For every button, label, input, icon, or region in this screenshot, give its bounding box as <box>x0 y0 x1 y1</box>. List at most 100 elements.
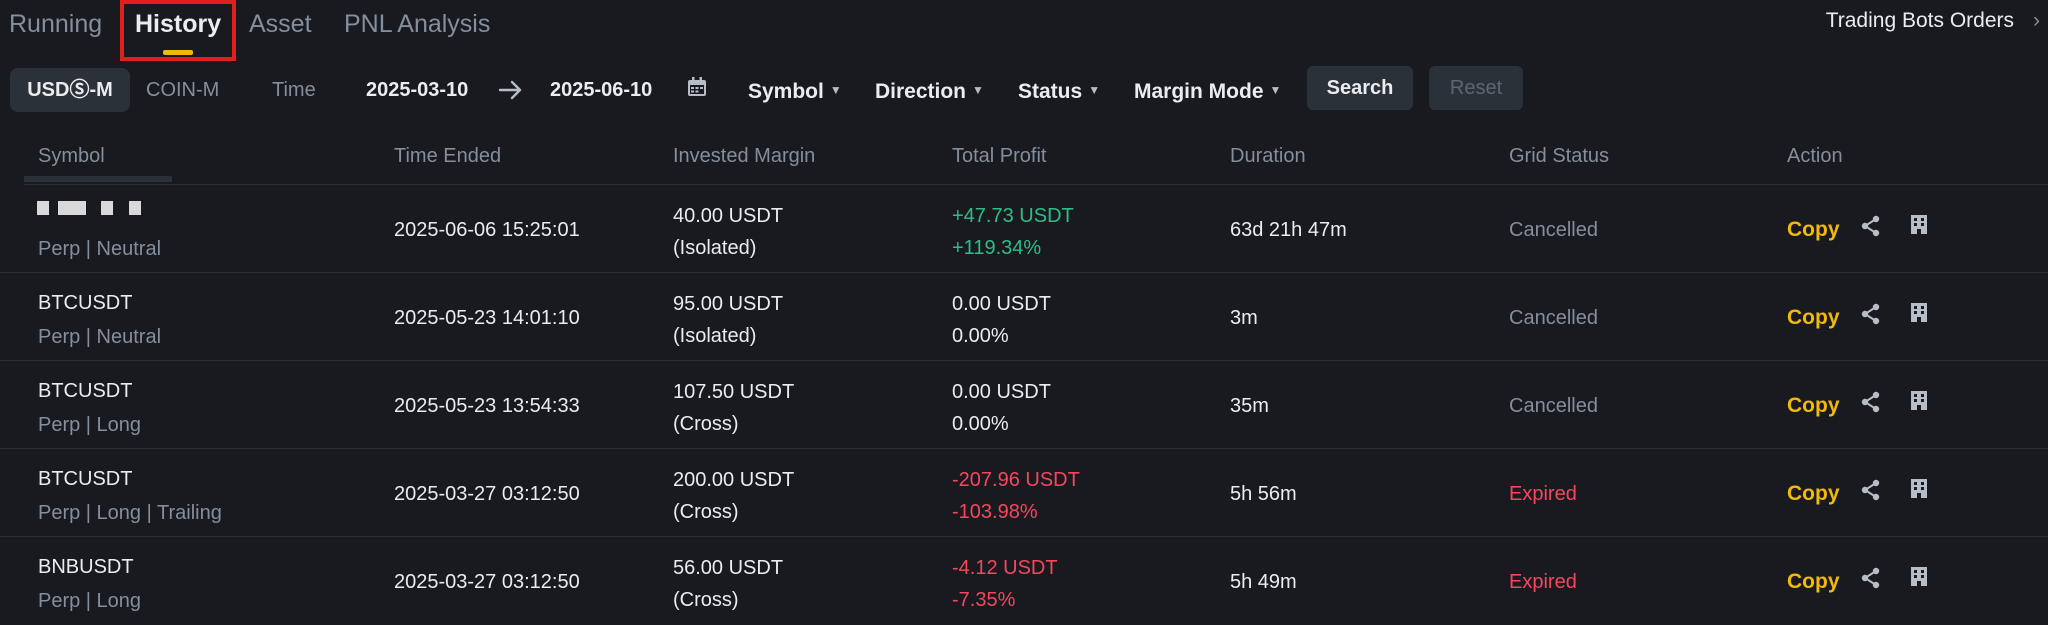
margin-mode-dropdown-label: Margin Mode <box>1134 80 1264 103</box>
header-duration: Duration <box>1230 145 1306 167</box>
table-row: Perp | Neutral 2025-06-06 15:25:01 40.00… <box>0 185 2048 273</box>
copy-button[interactable]: Copy <box>1787 389 1840 422</box>
invested-margin: 95.00 USDT <box>673 293 784 315</box>
header-total-profit: Total Profit <box>952 145 1047 167</box>
highlight-box <box>120 0 236 61</box>
symbol-name: BTCUSDT <box>38 380 133 402</box>
total-profit: 0.00 USDT <box>952 381 1051 403</box>
caret-down-icon: ▼ <box>1269 83 1282 97</box>
duration: 35m <box>1230 395 1269 417</box>
tab-running[interactable]: Running <box>9 6 102 42</box>
margin-mode: (Isolated) <box>673 237 757 259</box>
duration: 63d 21h 47m <box>1230 219 1347 241</box>
symbol-name: BTCUSDT <box>38 468 133 490</box>
symbol-sub: Perp | Neutral <box>38 238 162 260</box>
date-from[interactable]: 2025-03-10 <box>366 68 468 112</box>
grid-status: Expired <box>1509 571 1577 593</box>
share-icon[interactable] <box>1860 391 1882 413</box>
time-ended: 2025-03-27 03:12:50 <box>394 483 580 505</box>
total-profit: -4.12 USDT <box>952 557 1058 579</box>
building-icon[interactable] <box>1908 301 1930 323</box>
date-to[interactable]: 2025-06-10 <box>550 68 652 112</box>
invested-margin: 56.00 USDT <box>673 557 784 579</box>
invested-margin: 107.50 USDT <box>673 381 795 403</box>
copy-button[interactable]: Copy <box>1787 565 1840 598</box>
building-icon[interactable] <box>1908 213 1930 235</box>
share-icon[interactable] <box>1860 567 1882 589</box>
duration: 3m <box>1230 307 1258 329</box>
copy-button[interactable]: Copy <box>1787 213 1840 246</box>
share-icon[interactable] <box>1860 215 1882 237</box>
symbol-dropdown[interactable]: Symbol ▼ <box>748 68 842 112</box>
grid-status: Cancelled <box>1509 219 1598 241</box>
grid-status: Cancelled <box>1509 395 1598 417</box>
invested-margin: 40.00 USDT <box>673 205 784 227</box>
table-row: BTCUSDT Perp | Neutral 2025-05-23 14:01:… <box>0 273 2048 361</box>
tab-pnl-analysis[interactable]: PNL Analysis <box>344 6 490 42</box>
margin-mode: (Cross) <box>673 413 739 435</box>
segment-coin-m[interactable]: COIN-M <box>146 68 219 112</box>
margin-mode: (Isolated) <box>673 325 757 347</box>
time-ended: 2025-05-23 14:01:10 <box>394 307 580 329</box>
time-ended: 2025-05-23 13:54:33 <box>394 395 580 417</box>
profit-percent: 0.00% <box>952 325 1009 347</box>
header-action: Action <box>1787 145 1843 167</box>
direction-dropdown[interactable]: Direction ▼ <box>875 68 984 112</box>
duration: 5h 49m <box>1230 571 1297 593</box>
header-time-ended: Time Ended <box>394 145 502 167</box>
profit-percent: 0.00% <box>952 413 1009 435</box>
reset-button[interactable]: Reset <box>1429 66 1523 110</box>
building-icon[interactable] <box>1908 565 1930 587</box>
calendar-icon[interactable] <box>686 76 708 98</box>
profit-percent: -7.35% <box>952 589 1016 611</box>
symbol-sub: Perp | Long | Trailing <box>38 502 222 524</box>
status-dropdown[interactable]: Status ▼ <box>1018 68 1100 112</box>
profit-percent: -103.98% <box>952 501 1038 523</box>
header-scrollbar <box>24 176 172 182</box>
segment-usds-m[interactable]: USDⓈ-M <box>10 68 130 112</box>
table-row: BNBUSDT Perp | Long 2025-03-27 03:12:50 … <box>0 537 2048 625</box>
status-dropdown-label: Status <box>1018 80 1083 103</box>
header-invested-margin: Invested Margin <box>673 145 816 167</box>
symbol-dropdown-label: Symbol <box>748 80 824 103</box>
search-button[interactable]: Search <box>1307 66 1413 110</box>
building-icon[interactable] <box>1908 477 1930 499</box>
margin-mode: (Cross) <box>673 501 739 523</box>
total-profit: +47.73 USDT <box>952 205 1074 227</box>
share-icon[interactable] <box>1860 303 1882 325</box>
building-icon[interactable] <box>1908 389 1930 411</box>
total-profit: 0.00 USDT <box>952 293 1051 315</box>
table-header: Symbol Time Ended Invested Margin Total … <box>0 140 2048 184</box>
symbol-name: BTCUSDT <box>38 292 133 314</box>
symbol-name: BNBUSDT <box>38 556 134 578</box>
margin-mode: (Cross) <box>673 589 739 611</box>
table-row: BTCUSDT Perp | Long | Trailing 2025-03-2… <box>0 449 2048 537</box>
symbol-sub: Perp | Neutral <box>38 326 162 348</box>
tab-bar: Running History Asset PNL Analysis Tradi… <box>0 0 2048 61</box>
total-profit: -207.96 USDT <box>952 469 1080 491</box>
direction-dropdown-label: Direction <box>875 80 967 103</box>
chevron-right-icon[interactable]: › <box>2033 9 2040 33</box>
grid-status: Cancelled <box>1509 307 1598 329</box>
table-row: BTCUSDT Perp | Long 2025-05-23 13:54:33 … <box>0 361 2048 449</box>
profit-percent: +119.34% <box>952 237 1042 259</box>
duration: 5h 56m <box>1230 483 1297 505</box>
time-ended: 2025-03-27 03:12:50 <box>394 571 580 593</box>
symbol-sub: Perp | Long <box>38 414 142 436</box>
arrow-right-icon <box>498 80 522 100</box>
time-ended: 2025-06-06 15:25:01 <box>394 219 580 241</box>
copy-button[interactable]: Copy <box>1787 477 1840 510</box>
caret-down-icon: ▼ <box>1088 83 1101 97</box>
invested-margin: 200.00 USDT <box>673 469 795 491</box>
caret-down-icon: ▼ <box>972 83 984 97</box>
header-grid-status: Grid Status <box>1509 145 1610 167</box>
filter-bar: USDⓈ-M COIN-M Time 2025-03-10 2025-06-10… <box>0 66 2048 114</box>
tab-asset[interactable]: Asset <box>249 6 312 42</box>
grid-status: Expired <box>1509 483 1577 505</box>
copy-button[interactable]: Copy <box>1787 301 1840 334</box>
share-icon[interactable] <box>1860 479 1882 501</box>
margin-mode-dropdown[interactable]: Margin Mode ▼ <box>1134 68 1281 112</box>
symbol-sub: Perp | Long <box>38 590 142 612</box>
trading-bots-orders-link[interactable]: Trading Bots Orders <box>1826 9 2014 33</box>
header-symbol: Symbol <box>38 145 105 167</box>
